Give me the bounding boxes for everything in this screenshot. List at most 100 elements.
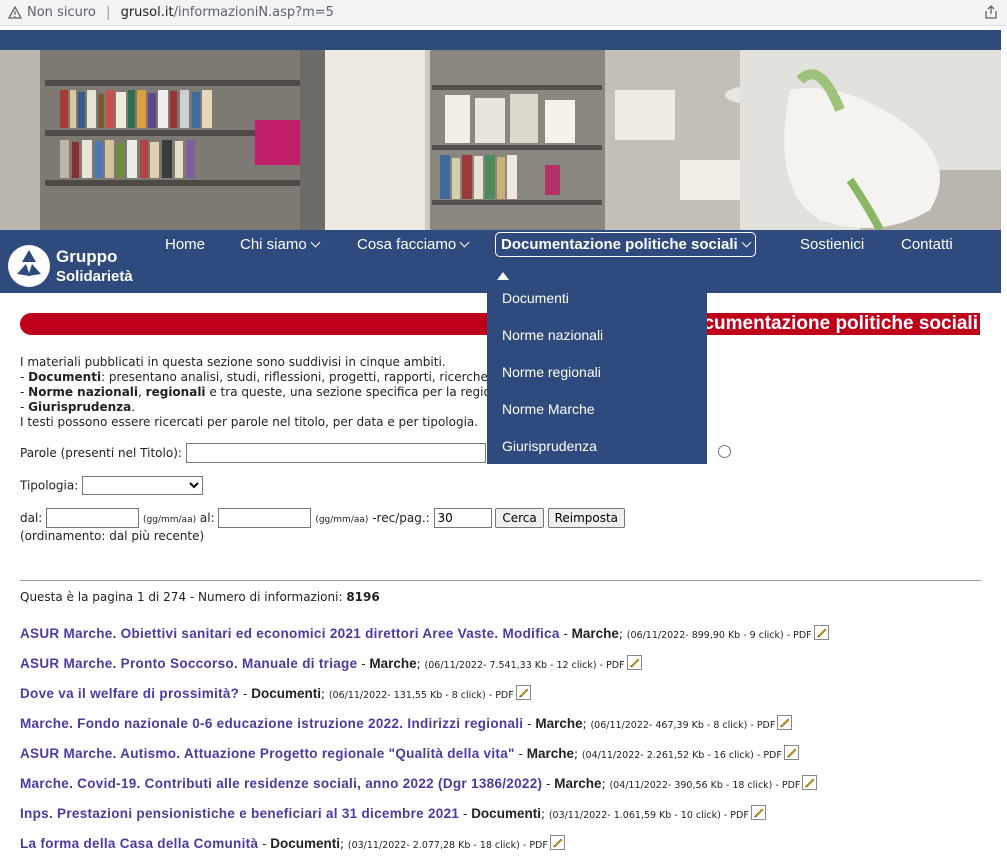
browser-address-bar: Non sicuro | grusol.it/informazioniN.asp… — [0, 0, 1007, 26]
edit-pencil-icon[interactable] — [750, 805, 766, 820]
share-icon[interactable] — [983, 4, 999, 20]
nav-sostienici-label: Sostienici — [800, 236, 865, 253]
nav-documentazione[interactable]: Documentazione politiche sociali — [495, 232, 756, 257]
intro-line2-rest: : presentano analisi, studi, riflessioni… — [101, 370, 488, 384]
info-count: 8196 — [346, 590, 380, 604]
result-link[interactable]: ASUR Marche. Obiettivi sanitari ed econo… — [20, 626, 560, 641]
result-link[interactable]: ASUR Marche. Pronto Soccorso. Manuale di… — [20, 656, 357, 671]
nav-home[interactable]: Home — [165, 236, 205, 253]
result-category: Marche — [571, 626, 619, 641]
result-meta: (06/11/2022- 467,39 Kb - 8 click) - PDF — [590, 720, 776, 731]
result-meta: (06/11/2022- 131,55 Kb - 8 click) - PDF — [328, 690, 514, 701]
page-info: Questa è la pagina 1 di 274 - Numero di … — [20, 590, 380, 604]
page-info-text: Questa è la pagina 1 di 274 - Numero di … — [20, 590, 347, 604]
from-date-input[interactable] — [46, 508, 140, 528]
edit-pencil-icon[interactable] — [802, 775, 818, 790]
list-item: Marche. Fondo nazionale 0-6 educazione i… — [20, 715, 1000, 745]
list-item: Inps. Prestazioni pensionistiche e benef… — [20, 805, 1000, 835]
edit-pencil-icon[interactable] — [515, 685, 531, 700]
result-link[interactable]: Inps. Prestazioni pensionistiche e benef… — [20, 806, 459, 821]
order-note: (ordinamento: dal più recente) — [20, 529, 205, 543]
list-item: La forma della Casa della Comunità - Doc… — [20, 835, 1000, 856]
result-category: Marche — [526, 746, 574, 761]
list-item: ASUR Marche. Pronto Soccorso. Manuale di… — [20, 655, 1000, 685]
edit-pencil-icon[interactable] — [783, 745, 799, 760]
result-link[interactable]: ASUR Marche. Autismo. Attuazione Progett… — [20, 746, 515, 761]
dropdown-item-norme-marche[interactable]: Norme Marche — [502, 401, 595, 417]
intro-giurisprudenza: Giurisprudenza — [28, 400, 132, 414]
intro-sep: , — [138, 385, 146, 399]
nav-documentazione-label: Documentazione politiche sociali — [501, 236, 738, 253]
search-button[interactable]: Cerca — [495, 508, 544, 528]
to-date-hint: (gg/mm/aa) — [315, 515, 369, 525]
edit-pencil-icon[interactable] — [626, 655, 642, 670]
list-item: Dove va il welfare di prossimità? - Docu… — [20, 685, 1000, 715]
intro-line4: - Giurisprudenza. — [20, 400, 136, 414]
rec-per-page-input[interactable] — [433, 508, 492, 528]
result-link[interactable]: Marche. Covid-19. Contributi alle reside… — [20, 776, 542, 791]
list-item: Marche. Covid-19. Contributi alle reside… — [20, 775, 1000, 805]
intro-norme-nazionali: Norme nazionali — [28, 385, 139, 399]
nav-home-label: Home — [165, 236, 206, 253]
security-indicator[interactable]: Non sicuro — [8, 5, 96, 20]
result-category: Documenti — [471, 806, 541, 821]
result-meta: (03/11/2022- 1.061,59 Kb - 10 click) - P… — [548, 810, 749, 821]
list-item: ASUR Marche. Autismo. Attuazione Progett… — [20, 745, 1000, 775]
security-label: Non sicuro — [27, 5, 96, 20]
edit-pencil-icon[interactable] — [777, 715, 793, 730]
dropdown-item-giurisprudenza[interactable]: Giurisprudenza — [502, 438, 597, 454]
search-radio[interactable] — [718, 445, 731, 458]
nav-cosa-facciamo[interactable]: Cosa facciamo — [357, 236, 470, 253]
edit-pencil-icon[interactable] — [813, 625, 829, 640]
chevron-down-icon — [459, 237, 470, 248]
result-link[interactable]: Dove va il welfare di prossimità? — [20, 686, 239, 701]
edit-pencil-icon[interactable] — [549, 835, 565, 850]
banner-title: Documentazione politiche sociali — [676, 313, 980, 335]
result-meta: (06/11/2022- 7.541,33 Kb - 12 click) - P… — [424, 660, 625, 671]
intro-regionali: regionali — [145, 385, 206, 399]
result-link[interactable]: La forma della Casa della Comunità — [20, 836, 258, 851]
url-field[interactable]: grusol.it/informazioniN.asp?m=5 — [121, 5, 334, 20]
dropdown-item-norme-nazionali[interactable]: Norme nazionali — [502, 327, 603, 343]
intro-line3: - Norme nazionali, regionali e tra quest… — [20, 385, 490, 400]
from-label: dal: — [20, 511, 43, 525]
divider — [20, 580, 981, 581]
intro-line1: I materiali pubblicati in questa sezione… — [20, 355, 446, 369]
logo-text-line2: Solidarietà — [56, 268, 133, 285]
words-row: Parole (presenti nel Titolo): — [20, 443, 486, 463]
list-item: ASUR Marche. Obiettivi sanitari ed econo… — [20, 625, 1000, 655]
result-meta: (03/11/2022- 2.077,28 Kb - 18 click) - P… — [347, 840, 548, 851]
top-strip — [0, 30, 1001, 50]
result-meta: (06/11/2022- 899,90 Kb - 9 click) - PDF — [626, 630, 812, 641]
type-select[interactable] — [82, 476, 204, 495]
intro-line3-rest: e tra queste, una sezione specifica per … — [205, 385, 490, 399]
warning-icon — [8, 5, 22, 19]
chevron-down-icon — [310, 237, 321, 248]
url-path: /informazioniN.asp?m=5 — [173, 5, 334, 20]
dropdown-item-documenti[interactable]: Documenti — [502, 290, 569, 306]
intro-line2: - Documenti: presentano analisi, studi, … — [20, 370, 488, 384]
result-category: Marche — [369, 656, 417, 671]
nav-chi-siamo-label: Chi siamo — [240, 236, 307, 253]
result-meta: (04/11/2022- 390,56 Kb - 18 click) - PDF — [609, 780, 801, 791]
intro-text: I materiali pubblicati in questa sezione… — [20, 355, 490, 430]
reset-button[interactable]: Reimposta — [547, 508, 626, 528]
result-category: Documenti — [251, 686, 321, 701]
nav-chi-siamo[interactable]: Chi siamo — [240, 236, 321, 253]
nav-cosa-facciamo-label: Cosa facciamo — [357, 236, 457, 253]
result-category: Marche — [535, 716, 583, 731]
intro-line5: I testi possono essere ricercati per par… — [20, 415, 479, 429]
nav-contatti[interactable]: Contatti — [901, 236, 953, 253]
words-input[interactable] — [185, 443, 486, 463]
chevron-down-icon — [741, 237, 752, 248]
dropdown-caret — [497, 272, 509, 280]
results-list: ASUR Marche. Obiettivi sanitari ed econo… — [20, 625, 1000, 856]
gruppo-solidarieta-logo[interactable]: Gruppo Solidarietà — [6, 236, 136, 288]
date-row: dal: (gg/mm/aa) al: (gg/mm/aa) -rec/pag.… — [20, 508, 626, 528]
nav-sostienici[interactable]: Sostienici — [800, 236, 864, 253]
to-date-input[interactable] — [218, 508, 312, 528]
result-meta: (04/11/2022- 2.261,52 Kb - 16 click) - P… — [581, 750, 782, 761]
nav-contatti-label: Contatti — [901, 236, 953, 253]
result-link[interactable]: Marche. Fondo nazionale 0-6 educazione i… — [20, 716, 523, 731]
dropdown-item-norme-regionali[interactable]: Norme regionali — [502, 364, 601, 380]
